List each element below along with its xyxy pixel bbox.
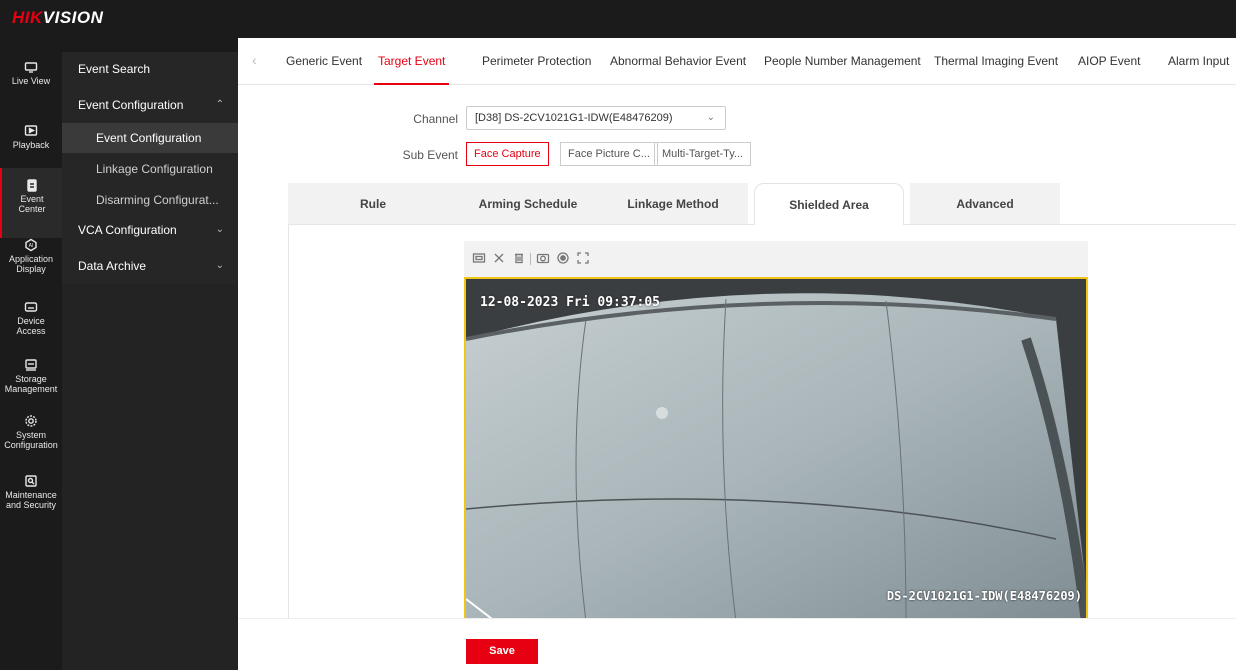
submenu-item-disarming-configuration[interactable]: Disarming Configurat... [62,185,238,215]
nav-application-display-label: Application Display [8,254,54,274]
tab-aiop-event[interactable]: AIOP Event [1078,54,1140,68]
nav-event-center-label: Event Center [18,194,46,214]
sub-event-multi-target[interactable]: Multi-Target-Ty... [654,142,752,166]
main-content: ‹ Generic Event Target Event Perimeter P… [238,38,1236,670]
draw-area-icon[interactable] [472,251,486,265]
config-tab-arming-schedule[interactable]: Arming Schedule [458,183,598,225]
submenu-item-event-configuration[interactable]: Event Configuration [62,123,238,153]
tab-people-number-management[interactable]: People Number Management [764,54,921,68]
fullscreen-icon[interactable] [576,251,590,265]
chevron-down-icon: ⌄ [215,260,224,271]
tab-abnormal-behavior-event[interactable]: Abnormal Behavior Event [610,54,746,68]
tab-target-event[interactable]: Target Event [373,54,450,85]
config-tab-shielded-area[interactable]: Shielded Area [754,183,904,225]
submenu-event-configuration-label: Event Configuration [78,98,184,112]
nav-device-access-label: Device Access [16,316,46,336]
event-type-tabs: ‹ Generic Event Target Event Perimeter P… [238,38,1236,85]
nav-system-configuration-label: System Configuration [4,430,58,450]
sub-event-label: Sub Event [402,148,458,162]
config-tabs: Rule Arming Schedule Linkage Method Shie… [288,183,1236,225]
submenu-data-archive-label: Data Archive [78,259,147,273]
toolbar-divider [530,253,531,265]
top-bar: HIKVISION [0,0,1236,38]
record-icon[interactable] [556,251,570,265]
submenu-event-search[interactable]: Event Search [62,54,238,84]
tab-alarm-input[interactable]: Alarm Input [1168,54,1229,68]
storage-icon [24,358,38,372]
clipboard-icon [25,178,39,192]
submenu-data-archive-group[interactable]: Data Archive ⌄ [62,251,238,281]
osd-camera-name: DS-2CV1021G1-IDW(E48476209) [886,589,1082,603]
nav-maintenance-security[interactable]: Maintenance and Security [0,474,62,518]
config-tab-rule[interactable]: Rule [288,183,458,225]
channel-select-value: [D38] DS-2CV1021G1-IDW(E48476209) [475,112,673,124]
nav-playback[interactable]: Playback [0,124,62,164]
maintenance-icon [24,474,38,488]
nav-maintenance-security-label: Maintenance and Security [5,490,57,510]
gear-icon [24,414,38,428]
device-icon [24,300,38,314]
nav-live-view-label: Live View [11,76,51,86]
logo-hik-text: HIK [12,8,43,27]
chevron-down-icon: ⌄ [215,224,224,235]
submenu-item-linkage-configuration[interactable]: Linkage Configuration [62,154,238,184]
svg-text:AI: AI [29,243,34,249]
close-icon[interactable] [492,251,506,265]
ceiling-scene [466,279,1086,620]
nav-playback-label: Playback [12,140,50,150]
trash-icon[interactable] [512,251,526,265]
nav-device-access[interactable]: Device Access [0,300,62,342]
nav-storage-management[interactable]: Storage Management [0,358,62,400]
nav-application-display[interactable]: AI Application Display [0,238,62,288]
submenu-vca-configuration-label: VCA Configuration [78,223,177,237]
channel-label: Channel [413,112,458,126]
playback-icon [24,124,38,138]
save-button[interactable]: Save [466,639,538,664]
sub-event-face-capture[interactable]: Face Capture [466,142,549,166]
event-center-submenu: Event Search Event Configuration ⌃ Event… [62,38,238,670]
nav-event-center[interactable]: Event Center [0,168,62,238]
hikvision-logo: HIKVISION [12,8,103,28]
tab-perimeter-protection[interactable]: Perimeter Protection [482,54,591,68]
chevron-up-icon: ⌃ [215,99,224,110]
chevron-left-icon[interactable]: ‹ [252,52,257,68]
channel-select[interactable]: [D38] DS-2CV1021G1-IDW(E48476209) ⌄ [466,106,726,130]
live-video-view[interactable]: 12-08-2023 Fri 09:37:05 DS-2CV1021G1-IDW… [464,277,1088,620]
camera-snapshot-icon[interactable] [536,251,550,265]
sub-event-face-picture[interactable]: Face Picture C... [560,142,658,166]
footer-bar: Save [238,618,1236,670]
main-nav-rail: Live View Playback Event Center AI Appli… [0,38,62,670]
chevron-down-icon: ⌄ [706,112,715,123]
submenu-vca-configuration-group[interactable]: VCA Configuration ⌄ [62,215,238,245]
config-tab-advanced[interactable]: Advanced [910,183,1060,225]
ai-icon: AI [24,238,38,252]
nav-system-configuration[interactable]: System Configuration [0,414,62,458]
tab-thermal-imaging-event[interactable]: Thermal Imaging Event [934,54,1058,68]
video-toolbar [464,241,1088,277]
submenu-event-configuration-group[interactable]: Event Configuration ⌃ [62,90,238,120]
logo-vision-text: VISION [42,8,104,27]
monitor-icon [24,60,38,74]
nav-live-view[interactable]: Live View [0,60,62,100]
nav-storage-management-label: Storage Management [4,374,58,394]
tab-generic-event[interactable]: Generic Event [286,54,362,68]
osd-timestamp: 12-08-2023 Fri 09:37:05 [480,295,661,310]
config-tab-linkage-method[interactable]: Linkage Method [598,183,748,225]
